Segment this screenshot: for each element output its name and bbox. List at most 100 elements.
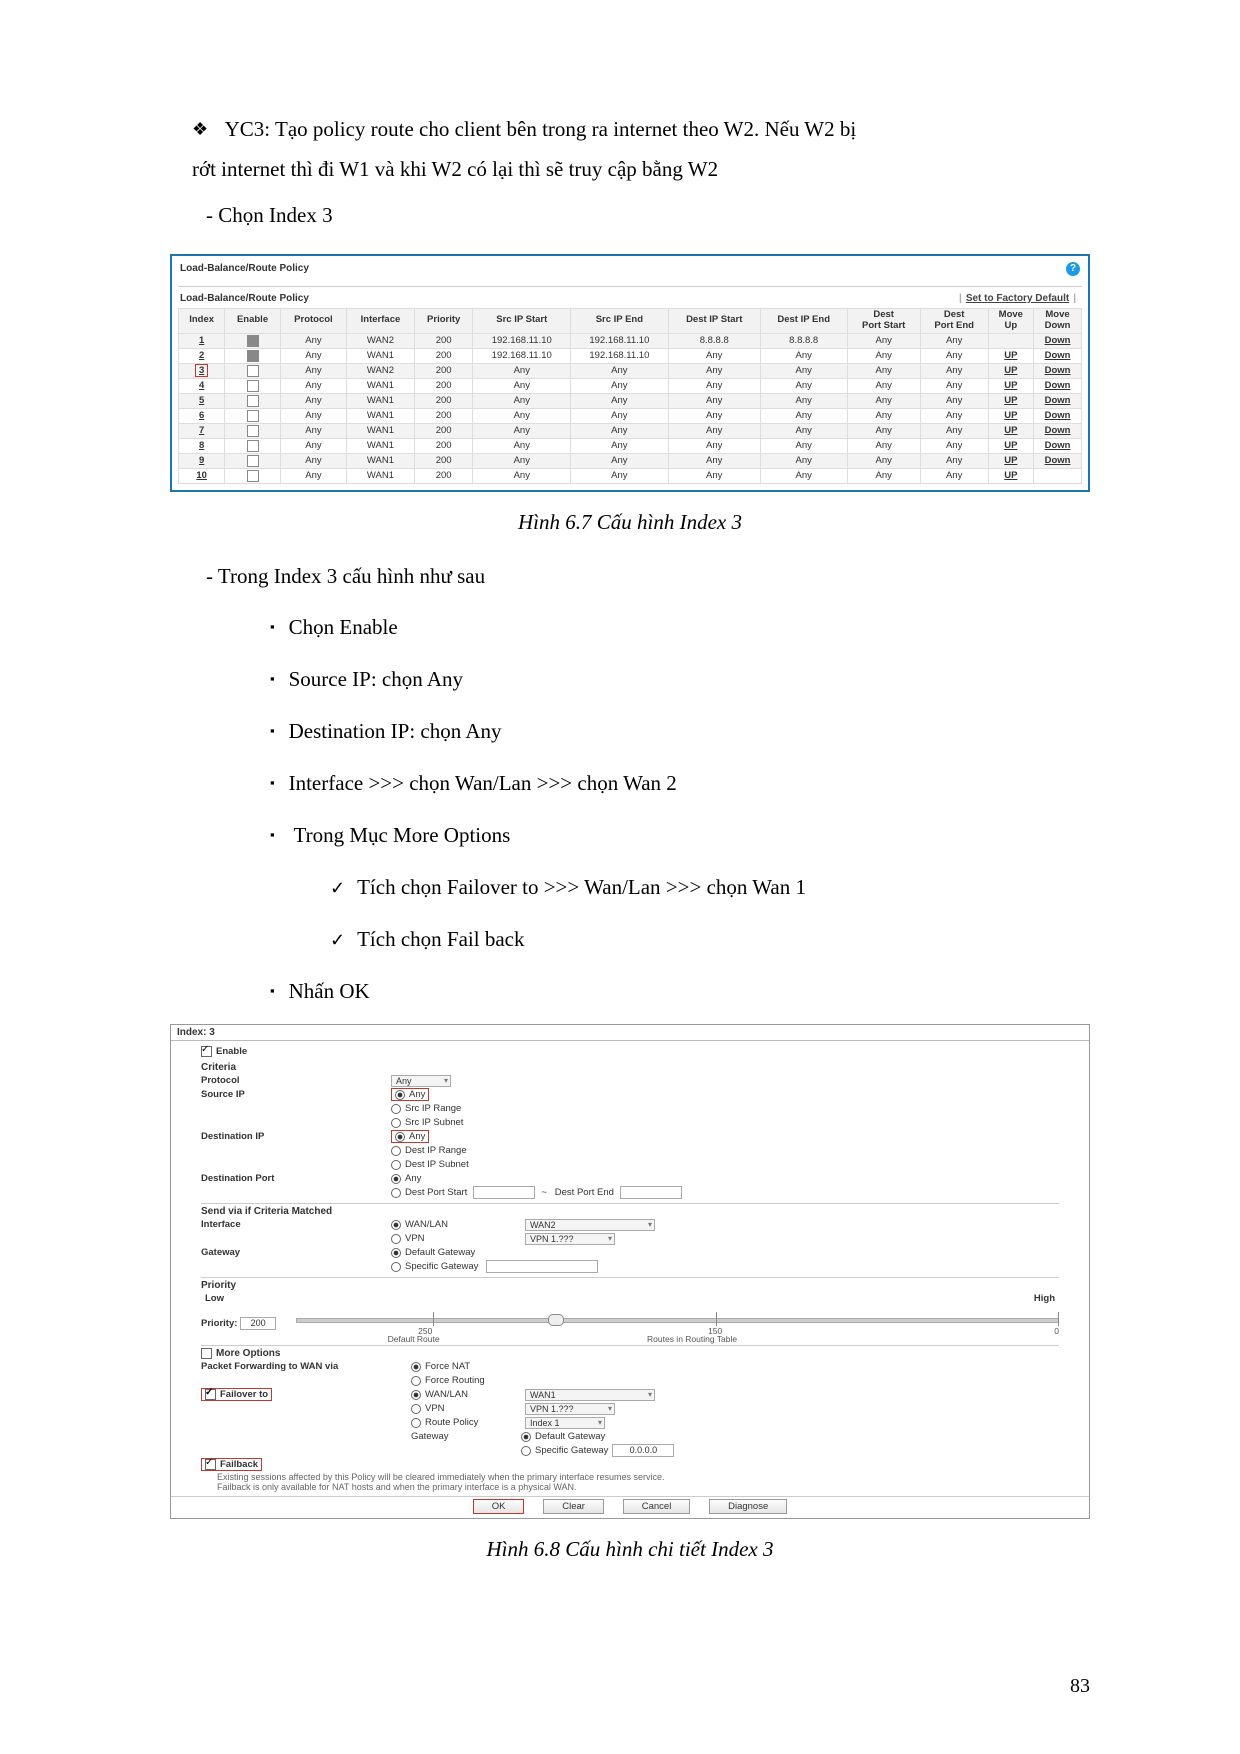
index-link[interactable]: 5 [179, 393, 225, 408]
help-icon[interactable]: ? [1066, 262, 1080, 276]
failover-checkbox[interactable] [205, 1389, 216, 1400]
move-up-link[interactable]: UP [988, 378, 1034, 393]
index-link[interactable]: 6 [179, 408, 225, 423]
src-range-radio[interactable] [391, 1104, 401, 1114]
dst-range-radio[interactable] [391, 1146, 401, 1156]
dstport-any-radio[interactable] [391, 1174, 401, 1184]
move-up-link[interactable]: UP [988, 423, 1034, 438]
index-link[interactable]: 4 [179, 378, 225, 393]
index-link[interactable]: 3 [179, 363, 225, 378]
col-src-ip-end: Src IP End [571, 308, 669, 333]
bullet-more-options: Trong Mục More Options Tích chọn Failove… [270, 816, 1090, 960]
enable-checkbox[interactable] [225, 408, 281, 423]
enable-checkbox[interactable] [225, 453, 281, 468]
ok-button[interactable]: OK [473, 1499, 525, 1514]
if-vpn-select[interactable]: VPN 1.??? [525, 1233, 615, 1245]
move-down-link[interactable]: Down [1034, 333, 1082, 348]
index-link[interactable]: 1 [179, 333, 225, 348]
cell-src-end: 192.168.11.10 [571, 348, 669, 363]
dst-any-radio[interactable] [395, 1132, 405, 1142]
text: Dest Port End [555, 1187, 614, 1198]
move-up-link[interactable]: UP [988, 468, 1034, 483]
enable-checkbox[interactable] [201, 1046, 212, 1057]
move-up-link[interactable]: UP [988, 363, 1034, 378]
text: Force NAT [425, 1361, 470, 1372]
move-down-link[interactable]: Down [1034, 348, 1082, 363]
index-link[interactable]: 2 [179, 348, 225, 363]
fo-vpn-radio[interactable] [411, 1404, 421, 1414]
index-link[interactable]: 10 [179, 468, 225, 483]
cell-src-start: Any [473, 393, 571, 408]
move-down-link[interactable]: Down [1034, 438, 1082, 453]
index-link[interactable]: 7 [179, 423, 225, 438]
enable-checkbox[interactable] [225, 363, 281, 378]
cell-interface: WAN2 [347, 363, 415, 378]
policy-table: IndexEnableProtocolInterfacePrioritySrc … [178, 308, 1082, 484]
if-wanlan-radio[interactable] [391, 1220, 401, 1230]
cell-dst-end: Any [760, 393, 847, 408]
fo-wan-select[interactable]: WAN1 [525, 1389, 655, 1401]
fo-gw-specific-radio[interactable] [521, 1446, 531, 1456]
src-subnet-radio[interactable] [391, 1118, 401, 1128]
move-down-link[interactable]: Down [1034, 423, 1082, 438]
if-wan-select[interactable]: WAN2 [525, 1219, 655, 1231]
dest-port-start-input[interactable] [473, 1186, 535, 1199]
src-any-radio[interactable] [395, 1090, 405, 1100]
move-up-link[interactable]: UP [988, 453, 1034, 468]
cell-priority: 200 [414, 378, 473, 393]
enable-checkbox[interactable] [225, 378, 281, 393]
text: Trong Mục More Options [293, 823, 510, 847]
text: Specific Gateway [535, 1445, 608, 1456]
move-down-link[interactable]: Down [1034, 363, 1082, 378]
enable-checkbox[interactable] [225, 348, 281, 363]
if-vpn-radio[interactable] [391, 1234, 401, 1244]
protocol-select[interactable]: Any [391, 1075, 451, 1087]
enable-checkbox[interactable] [225, 423, 281, 438]
force-routing-radio[interactable] [411, 1376, 421, 1386]
gw-default-radio[interactable] [391, 1248, 401, 1258]
index-link[interactable]: 9 [179, 453, 225, 468]
clear-button[interactable]: Clear [543, 1499, 604, 1514]
text: Dest Port Start [405, 1187, 467, 1198]
move-down-link[interactable]: Down [1034, 408, 1082, 423]
enable-checkbox[interactable] [225, 438, 281, 453]
move-down-link[interactable]: Down [1034, 393, 1082, 408]
cell-src-end: Any [571, 393, 669, 408]
gw-specific-input[interactable] [486, 1260, 598, 1273]
cell-priority: 200 [414, 468, 473, 483]
move-up-link[interactable]: UP [988, 438, 1034, 453]
enable-checkbox[interactable] [225, 333, 281, 348]
gw-specific-radio[interactable] [391, 1262, 401, 1272]
dest-port-end-input[interactable] [620, 1186, 682, 1199]
fo-gw-specific-input[interactable]: 0.0.0.0 [612, 1444, 674, 1457]
screenshot-route-policy-table: Load-Balance/Route Policy ? Load-Balance… [170, 254, 1090, 492]
col-enable: Enable [225, 308, 281, 333]
index-link[interactable]: 8 [179, 438, 225, 453]
force-nat-radio[interactable] [411, 1362, 421, 1372]
move-down-link[interactable]: Down [1034, 453, 1082, 468]
move-down-link[interactable]: Down [1034, 378, 1082, 393]
move-up-link[interactable]: UP [988, 393, 1034, 408]
priority-input[interactable]: 200 [240, 1317, 276, 1330]
failback-checkbox[interactable] [205, 1459, 216, 1470]
fo-wanlan-radio[interactable] [411, 1390, 421, 1400]
diagnose-button[interactable]: Diagnose [709, 1499, 787, 1514]
fo-route-policy-radio[interactable] [411, 1418, 421, 1428]
dstport-range-radio[interactable] [391, 1188, 401, 1198]
cell-dst-end: Any [760, 348, 847, 363]
fo-vpn-select[interactable]: VPN 1.??? [525, 1403, 615, 1415]
more-options-toggle[interactable] [201, 1348, 212, 1359]
cancel-button[interactable]: Cancel [623, 1499, 691, 1514]
enable-checkbox[interactable] [225, 468, 281, 483]
dst-subnet-radio[interactable] [391, 1160, 401, 1170]
fo-gw-default-radio[interactable] [521, 1432, 531, 1442]
table-row: 7AnyWAN1200AnyAnyAnyAnyAnyAnyUPDown [179, 423, 1082, 438]
fo-route-policy-select[interactable]: Index 1 [525, 1417, 605, 1429]
priority-slider[interactable]: 250 Default Route 150 Routes in Routing … [296, 1306, 1059, 1340]
section-more-options: More Options [201, 1345, 1059, 1359]
set-factory-default-link[interactable]: Set to Factory Default [966, 293, 1069, 304]
enable-checkbox[interactable] [225, 393, 281, 408]
cell-dport-start: Any [847, 363, 920, 378]
move-up-link[interactable]: UP [988, 408, 1034, 423]
move-up-link[interactable]: UP [988, 348, 1034, 363]
